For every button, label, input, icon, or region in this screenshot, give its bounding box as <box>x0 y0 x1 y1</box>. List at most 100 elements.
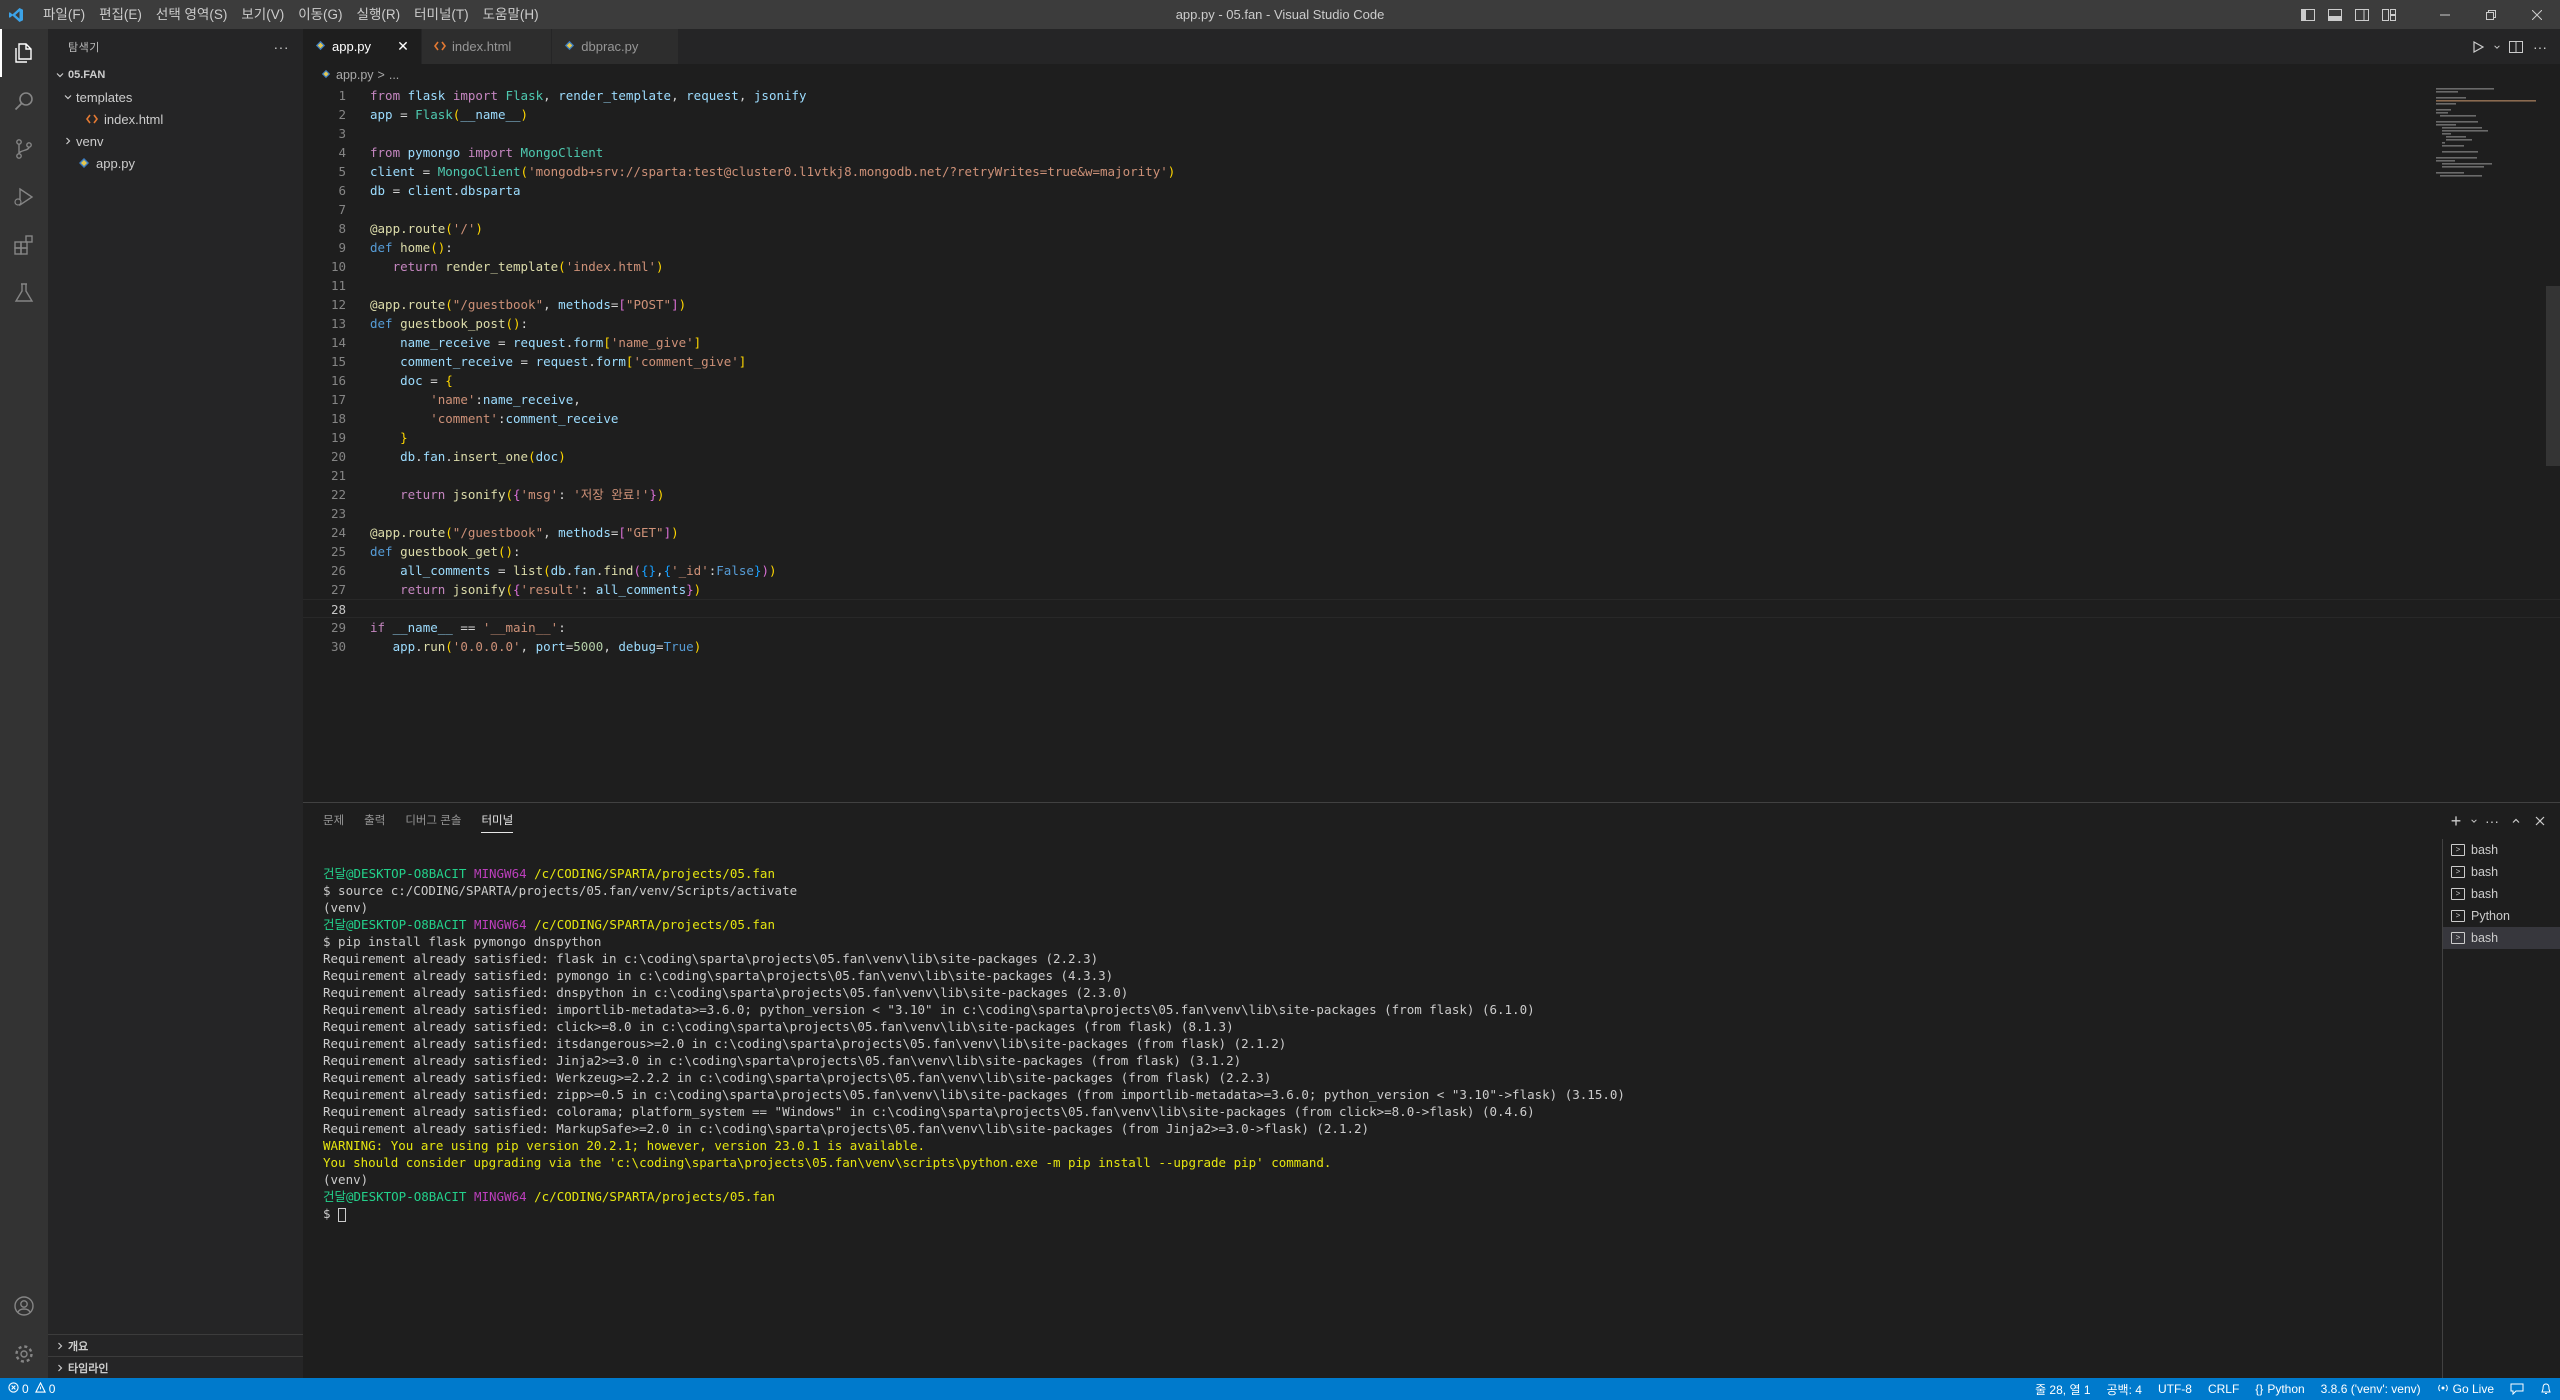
tab-output[interactable]: 출력 <box>354 803 395 839</box>
tab-problems[interactable]: 문제 <box>313 803 354 839</box>
toggle-primary-sidebar-icon[interactable] <box>2294 0 2321 29</box>
code-line[interactable]: 17 'name':name_receive, <box>303 390 2560 409</box>
code-line[interactable]: 22 return jsonify({'msg': '저장 완료!'}) <box>303 485 2560 504</box>
code-line[interactable]: 24 @app.route("/guestbook", methods=["GET… <box>303 523 2560 542</box>
breadcrumb-file[interactable]: app.py <box>336 68 374 82</box>
maximize-panel-icon[interactable] <box>2504 809 2528 833</box>
code-line[interactable]: 29 if __name__ == '__main__': <box>303 618 2560 637</box>
workspace-folder[interactable]: 05.FAN <box>48 64 303 86</box>
code-line[interactable]: 26 all_comments = list(db.fan.find({},{'… <box>303 561 2560 580</box>
extensions-icon[interactable] <box>0 221 48 269</box>
code-line[interactable]: 23 <box>303 504 2560 523</box>
tab-app-py[interactable]: app.py ✕ <box>303 29 423 64</box>
accounts-icon[interactable] <box>0 1282 48 1330</box>
tree-item-templates[interactable]: templates <box>48 86 303 108</box>
breadcrumb-rest[interactable]: ... <box>389 68 399 82</box>
code-line[interactable]: 18 'comment':comment_receive <box>303 409 2560 428</box>
code-line[interactable]: 9 def home(): <box>303 238 2560 257</box>
tree-item-venv[interactable]: venv <box>48 130 303 152</box>
minimap[interactable] <box>2436 86 2546 186</box>
outline-section[interactable]: 개요 <box>48 1334 303 1356</box>
run-python-file-icon[interactable] <box>2466 35 2490 59</box>
code-line[interactable]: 20 db.fan.insert_one(doc) <box>303 447 2560 466</box>
sidebar-more-button[interactable]: ··· <box>274 39 290 55</box>
code-line[interactable]: 14 name_receive = request.form['name_giv… <box>303 333 2560 352</box>
code-line[interactable]: 30 app.run('0.0.0.0', port=5000, debug=T… <box>303 637 2560 656</box>
menu-run[interactable]: 실행(R) <box>350 0 408 29</box>
manage-gear-icon[interactable] <box>0 1330 48 1378</box>
code-line[interactable]: 10 return render_template('index.html') <box>303 257 2560 276</box>
menu-selection[interactable]: 선택 영역(S) <box>149 0 234 29</box>
code-line[interactable]: 3 <box>303 124 2560 143</box>
cursor-position[interactable]: 줄 28, 열 1 <box>2027 1378 2098 1400</box>
code-line[interactable]: 12 @app.route("/guestbook", methods=["POS… <box>303 295 2560 314</box>
code-line[interactable]: 25 def guestbook_get(): <box>303 542 2560 561</box>
split-editor-icon[interactable] <box>2504 35 2528 59</box>
explorer-icon[interactable] <box>0 29 48 77</box>
more-actions-icon[interactable]: ··· <box>2480 809 2504 833</box>
terminal-instance[interactable]: > bash <box>2443 883 2560 905</box>
code-line[interactable]: 27 return jsonify({'result': all_comment… <box>303 580 2560 599</box>
code-line[interactable]: 11 <box>303 276 2560 295</box>
indentation[interactable]: 공백: 4 <box>2099 1378 2150 1400</box>
terminal-instance[interactable]: > bash <box>2443 839 2560 861</box>
code-line[interactable]: 19 } <box>303 428 2560 447</box>
code-line[interactable]: 8 @app.route('/') <box>303 219 2560 238</box>
code-editor[interactable]: 1 from flask import Flask, render_templat… <box>303 86 2560 656</box>
menu-terminal[interactable]: 터미널(T) <box>407 0 476 29</box>
python-interpreter[interactable]: 3.8.6 ('venv': venv) <box>2313 1378 2429 1400</box>
toggle-secondary-sidebar-icon[interactable] <box>2348 0 2375 29</box>
code-line[interactable]: 2 app = Flask(__name__) <box>303 105 2560 124</box>
problems-status[interactable]: 0 0 <box>0 1378 63 1400</box>
code-line[interactable]: 16 doc = { <box>303 371 2560 390</box>
code-line[interactable]: 13 def guestbook_post(): <box>303 314 2560 333</box>
notifications-icon[interactable] <box>2532 1378 2560 1400</box>
tab-index-html[interactable]: index.html <box>422 29 553 64</box>
restore-button[interactable] <box>2468 0 2514 29</box>
testing-icon[interactable] <box>0 269 48 317</box>
encoding[interactable]: UTF-8 <box>2150 1378 2200 1400</box>
source-control-icon[interactable] <box>0 125 48 173</box>
language-mode[interactable]: {} Python <box>2247 1378 2312 1400</box>
tab-dbprac-py[interactable]: dbprac.py <box>552 29 680 64</box>
timeline-section[interactable]: 타임라인 <box>48 1356 303 1378</box>
more-actions-icon[interactable]: ··· <box>2528 35 2552 59</box>
customize-layout-icon[interactable] <box>2375 0 2402 29</box>
minimize-button[interactable] <box>2422 0 2468 29</box>
code-line[interactable]: 5 client = MongoClient('mongodb+srv://spa… <box>303 162 2560 181</box>
code-line[interactable]: 28 <box>303 599 2560 618</box>
feedback-icon[interactable] <box>2502 1378 2532 1400</box>
code-line[interactable]: 1 from flask import Flask, render_templat… <box>303 86 2560 105</box>
code-line[interactable]: 7 <box>303 200 2560 219</box>
close-icon[interactable]: ✕ <box>395 38 411 55</box>
editor-vertical-scrollbar[interactable] <box>2546 86 2560 802</box>
menu-go[interactable]: 이동(G) <box>291 0 349 29</box>
code-line[interactable]: 15 comment_receive = request.form['comme… <box>303 352 2560 371</box>
menu-view[interactable]: 보기(V) <box>234 0 291 29</box>
menu-edit[interactable]: 편집(E) <box>92 0 149 29</box>
tree-item-index-html[interactable]: index.html <box>48 108 303 130</box>
toggle-panel-icon[interactable] <box>2321 0 2348 29</box>
end-of-line[interactable]: CRLF <box>2200 1378 2247 1400</box>
chevron-down-icon[interactable] <box>2490 35 2504 59</box>
menu-file[interactable]: 파일(F) <box>36 0 92 29</box>
search-icon[interactable] <box>0 77 48 125</box>
menu-help[interactable]: 도움말(H) <box>476 0 546 29</box>
terminal-output[interactable]: 건달@DESKTOP-O8BACIT MINGW64 /c/CODING/SPA… <box>323 865 1625 1222</box>
terminal-instance[interactable]: > bash <box>2443 927 2560 949</box>
run-debug-icon[interactable] <box>0 173 48 221</box>
chevron-down-icon[interactable] <box>2468 809 2480 833</box>
scrollbar-thumb[interactable] <box>2546 286 2560 466</box>
code-line[interactable]: 6 db = client.dbsparta <box>303 181 2560 200</box>
close-window-button[interactable] <box>2514 0 2560 29</box>
tab-debug-console[interactable]: 디버그 콘솔 <box>395 803 471 839</box>
code-line[interactable]: 4 from pymongo import MongoClient <box>303 143 2560 162</box>
terminal-instance[interactable]: > bash <box>2443 861 2560 883</box>
new-terminal-icon[interactable]: + <box>2444 809 2468 833</box>
tree-item-app-py[interactable]: app.py <box>48 152 303 174</box>
close-panel-icon[interactable] <box>2528 809 2552 833</box>
code-line[interactable]: 21 <box>303 466 2560 485</box>
tab-terminal[interactable]: 터미널 <box>471 803 523 839</box>
terminal-instance[interactable]: > Python <box>2443 905 2560 927</box>
go-live-button[interactable]: Go Live <box>2429 1378 2502 1400</box>
